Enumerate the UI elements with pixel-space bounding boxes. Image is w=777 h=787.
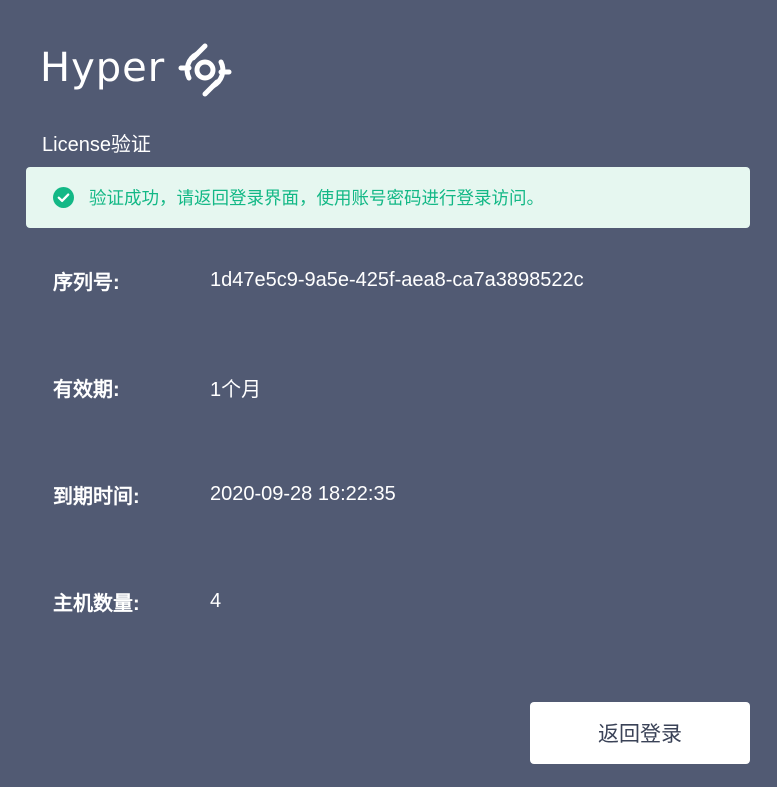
validity-value: 1个月 — [210, 379, 262, 401]
expiry-value: 2020-09-28 18:22:35 — [210, 483, 396, 505]
alert-message: 验证成功，请返回登录界面，使用账号密码进行登录访问。 — [89, 188, 544, 208]
hyper-logo-icon — [178, 43, 232, 97]
page-title: License验证 — [42, 134, 151, 156]
check-circle-icon — [53, 187, 74, 208]
hosts-row: 主机数量: 4 — [53, 587, 221, 616]
validity-label: 有效期: — [53, 379, 120, 401]
serial-value: 1d47e5c9-9a5e-425f-aea8-ca7a3898522c — [210, 269, 584, 291]
brand-logo: Hyper — [40, 38, 235, 98]
expiry-row: 到期时间: 2020-09-28 18:22:35 — [53, 480, 396, 509]
brand-name: Hyper — [40, 45, 166, 91]
expiry-label: 到期时间: — [53, 486, 140, 508]
serial-label: 序列号: — [53, 272, 120, 294]
back-to-login-button[interactable]: 返回登录 — [530, 702, 750, 764]
hosts-value: 4 — [210, 590, 222, 612]
serial-row: 序列号: 1d47e5c9-9a5e-425f-aea8-ca7a3898522… — [53, 266, 584, 295]
hosts-label: 主机数量: — [53, 593, 140, 615]
validity-row: 有效期: 1个月 — [53, 373, 261, 402]
success-alert: 验证成功，请返回登录界面，使用账号密码进行登录访问。 — [26, 167, 750, 228]
